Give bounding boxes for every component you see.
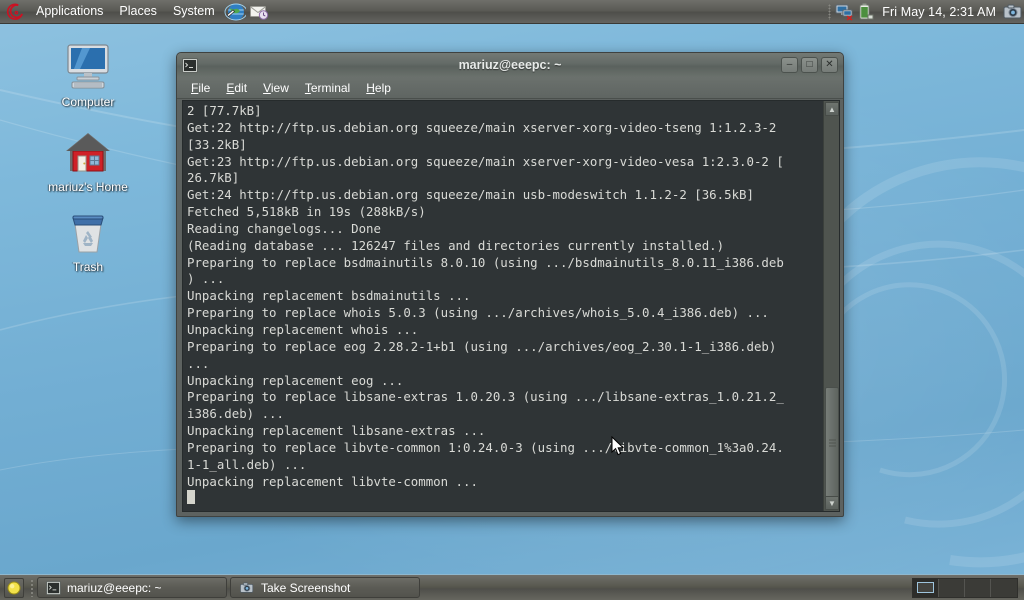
camera-icon[interactable] [1002,1,1024,23]
window-controls: – □ ✕ [781,57,843,73]
scrollbar-thumb[interactable] [825,387,839,499]
menu-system[interactable]: System [166,1,222,22]
network-disconnected-icon[interactable] [834,1,856,23]
menu-edit[interactable]: Edit [218,79,255,97]
system-tray: Fri May 14, 2:31 AM [825,0,1024,24]
terminal-icon [46,580,61,595]
globe-icon[interactable] [224,1,247,23]
workspace-3[interactable] [965,578,991,597]
menu-help[interactable]: Help [358,79,399,97]
terminal-icon [182,57,198,73]
mouse-cursor [611,435,625,457]
menu-file[interactable]: FFileile [183,79,218,97]
envelope-clock-icon[interactable] [248,1,270,23]
scrollbar-grip [829,439,836,447]
home-folder-icon [36,125,140,177]
clock[interactable]: Fri May 14, 2:31 AM [876,5,1002,19]
maximize-button[interactable]: □ [801,57,818,73]
battery-icon[interactable] [856,1,876,23]
terminal-cursor [187,490,195,505]
workspace-window-preview [917,581,934,593]
workspace-switcher[interactable] [912,577,1018,598]
scroll-up-arrow[interactable]: ▲ [825,102,839,116]
show-desktop-icon[interactable] [4,577,24,598]
taskbar-item-label: Take Screenshot [261,580,351,595]
menu-places[interactable]: Places [112,1,164,22]
taskbar-item-label: mariuz@eeepc: ~ [67,580,162,595]
terminal-body[interactable]: 2 [77.7kB] Get:22 http://ftp.us.debian.o… [182,100,840,512]
desktop-icon-label: Computer [61,95,115,109]
taskbar-item-terminal[interactable]: mariuz@eeepc: ~ [37,577,227,598]
camera-icon [239,581,255,595]
desktop-icon-computer[interactable]: Computer [36,40,140,109]
desktop[interactable]: Applications Places System Fri May 14, 2… [0,0,1024,600]
terminal-scrollbar[interactable]: ▲ ▼ [823,101,839,511]
terminal-output[interactable]: 2 [77.7kB] Get:22 http://ftp.us.debian.o… [183,101,823,511]
bottom-panel: mariuz@eeepc: ~ Take Screenshot [0,574,1024,600]
workspace-2[interactable] [939,578,965,597]
terminal-output-text: 2 [77.7kB] Get:22 http://ftp.us.debian.o… [187,103,784,489]
taskbar-item-screenshot[interactable]: Take Screenshot [230,577,420,598]
scroll-down-arrow[interactable]: ▼ [825,496,839,510]
panel-grip [828,3,832,20]
menu-applications[interactable]: Applications [29,1,110,22]
minimize-button[interactable]: – [781,57,798,73]
desktop-icon-home[interactable]: mariuz's Home [36,125,140,194]
terminal-titlebar[interactable]: mariuz@eeepc: ~ – □ ✕ [177,53,843,77]
desktop-icon-trash[interactable]: Trash [36,205,140,274]
workspace-1[interactable] [913,578,939,597]
terminal-title: mariuz@eeepc: ~ [458,58,562,72]
top-panel: Applications Places System Fri May 14, 2… [0,0,1024,24]
terminal-menubar: FFileile Edit View Terminal Help [177,77,843,99]
terminal-window[interactable]: mariuz@eeepc: ~ – □ ✕ FFileile Edit View… [176,52,844,517]
menu-view[interactable]: View [255,79,297,97]
computer-monitor-icon [36,40,140,92]
trash-bin-icon [36,205,140,257]
desktop-icon-label: mariuz's Home [48,180,128,194]
debian-swirl-icon[interactable] [4,1,26,23]
desktop-icon-label: Trash [72,260,104,274]
close-button[interactable]: ✕ [821,57,838,73]
workspace-4[interactable] [991,579,1017,597]
menu-terminal[interactable]: Terminal [297,79,358,97]
panel-grip [30,578,34,597]
